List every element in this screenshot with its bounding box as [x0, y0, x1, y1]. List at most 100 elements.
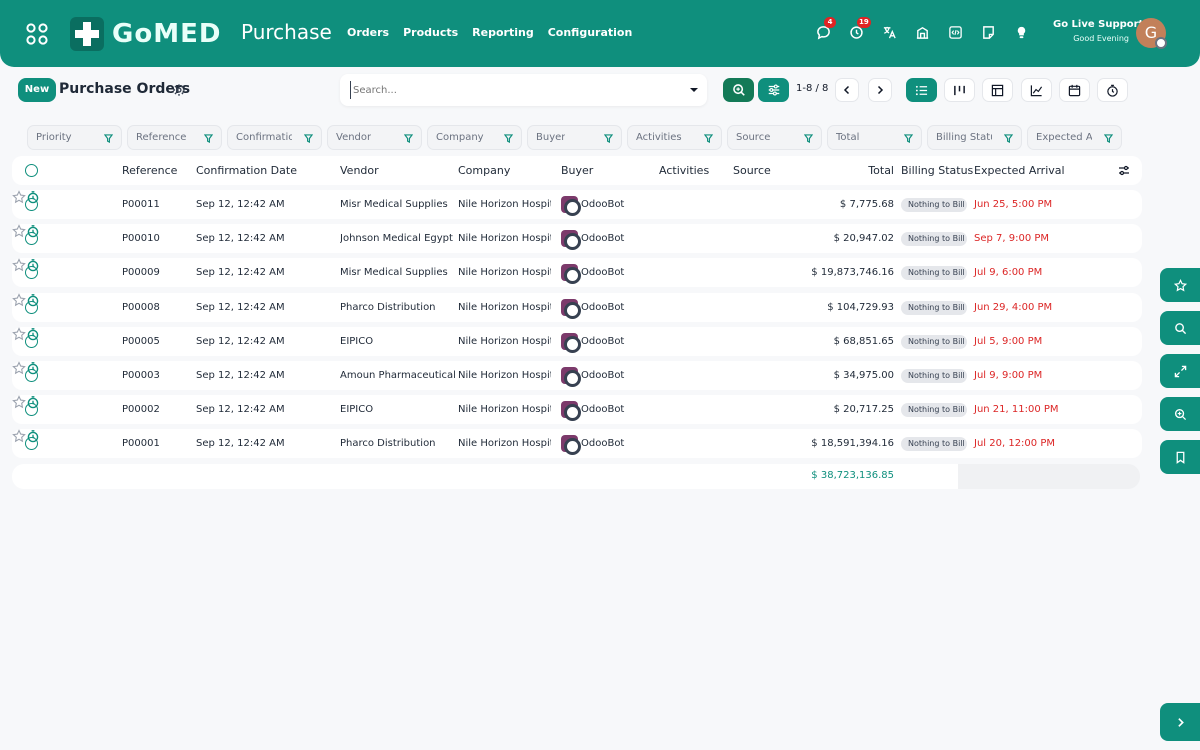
star-icon[interactable]	[12, 190, 26, 204]
filter-label: Billing Statu	[936, 132, 992, 143]
pager-value[interactable]: 1-8 / 8	[796, 83, 828, 94]
debug-button[interactable]	[946, 22, 964, 42]
funnel-icon	[504, 134, 513, 143]
row-checkbox[interactable]	[25, 403, 38, 416]
graph-view-button[interactable]	[1021, 78, 1052, 102]
table-row[interactable]: P00005 Sep 12, 12:42 AM EIPICO Nile Horizon…	[12, 327, 1142, 356]
graph-view-icon	[1030, 84, 1043, 96]
app-title[interactable]: Purchase	[241, 20, 332, 44]
chevron-right-icon	[1177, 717, 1184, 727]
bookmark-side-button[interactable]	[1160, 440, 1200, 474]
table-row[interactable]: P00003 Sep 12, 12:42 AM Amoun Pharmaceutic…	[12, 361, 1142, 390]
table-row[interactable]: P00008 Sep 12, 12:42 AM Pharco Distributio…	[12, 293, 1142, 322]
table-row[interactable]: P00001 Sep 12, 12:42 AM Pharco Distributio…	[12, 429, 1142, 458]
brand-logo[interactable]: GoMED	[70, 16, 221, 52]
cell-reference: P00009	[122, 267, 160, 278]
filter-expected-arrival[interactable]: Expected A	[1027, 125, 1122, 150]
gear-icon[interactable]	[172, 83, 186, 97]
row-checkbox[interactable]	[25, 266, 38, 279]
search-input[interactable]	[350, 81, 670, 99]
company-switcher-button[interactable]	[913, 22, 931, 42]
row-checkbox[interactable]	[25, 369, 38, 382]
pager-next-button[interactable]	[868, 78, 892, 102]
activity-view-icon	[1107, 84, 1118, 97]
column-settings-icon[interactable]	[1118, 165, 1130, 176]
col-source[interactable]: Source	[733, 164, 771, 177]
filter-vendor[interactable]: Vendor	[327, 125, 422, 150]
activities-button[interactable]: 19	[847, 17, 871, 42]
col-billing-status[interactable]: Billing Status	[901, 164, 973, 177]
filter-source[interactable]: Source	[727, 125, 822, 150]
top-navbar: GoMED Purchase Orders Products Reporting…	[0, 0, 1200, 67]
filter-billing-status[interactable]: Billing Statu	[927, 125, 1022, 150]
list-view-button[interactable]	[906, 78, 937, 102]
new-button[interactable]: New	[18, 78, 56, 102]
cell-company: Nile Horizon Hospital	[458, 336, 551, 347]
favorites-side-button[interactable]	[1160, 268, 1200, 302]
cell-confirmation-date: Sep 12, 12:42 AM	[196, 370, 285, 381]
col-company[interactable]: Company	[458, 164, 510, 177]
next-side-button[interactable]	[1160, 703, 1200, 741]
pivot-view-button[interactable]	[982, 78, 1013, 102]
col-expected-arrival[interactable]: Expected Arrival	[974, 164, 1065, 177]
filter-activities[interactable]: Activities	[627, 125, 722, 150]
menu-reporting[interactable]: Reporting	[472, 26, 534, 39]
notes-button[interactable]	[979, 22, 997, 42]
cell-expected-arrival: Sep 7, 9:00 PM	[974, 233, 1050, 244]
filter-options-button[interactable]	[758, 78, 789, 102]
star-icon[interactable]	[12, 293, 26, 307]
filter-confirmation-date[interactable]: Confirmatio	[227, 125, 322, 150]
cell-total: $ 7,775.68	[839, 199, 894, 210]
filter-buyer[interactable]: Buyer	[527, 125, 622, 150]
row-checkbox[interactable]	[25, 301, 38, 314]
apps-grid-icon[interactable]	[26, 23, 48, 45]
funnel-icon	[604, 134, 613, 143]
cell-vendor: Misr Medical Supplies	[340, 267, 448, 278]
star-icon[interactable]	[12, 429, 26, 443]
col-vendor[interactable]: Vendor	[340, 164, 379, 177]
star-icon[interactable]	[12, 258, 26, 272]
row-checkbox[interactable]	[25, 437, 38, 450]
user-menu[interactable]: Go Live Support Good Evening	[1053, 19, 1143, 43]
table-row[interactable]: P00010 Sep 12, 12:42 AM Johnson Medical Eg…	[12, 224, 1142, 253]
row-checkbox[interactable]	[25, 232, 38, 245]
translate-button[interactable]	[880, 22, 898, 42]
menu-configuration[interactable]: Configuration	[548, 26, 633, 39]
search-side-button[interactable]	[1160, 311, 1200, 345]
row-checkbox[interactable]	[25, 335, 38, 348]
calendar-view-button[interactable]	[1059, 78, 1090, 102]
cell-company: Nile Horizon Hospital	[458, 302, 551, 313]
col-total[interactable]: Total	[868, 164, 894, 177]
tips-button[interactable]	[1012, 22, 1030, 42]
filter-reference[interactable]: Reference	[127, 125, 222, 150]
filter-priority[interactable]: Priority	[27, 125, 122, 150]
row-checkbox[interactable]	[25, 198, 38, 211]
filter-total[interactable]: Total	[827, 125, 922, 150]
table-row[interactable]: P00011 Sep 12, 12:42 AM Misr Medical Suppl…	[12, 190, 1142, 219]
menu-products[interactable]: Products	[403, 26, 458, 39]
pager-previous-button[interactable]	[835, 78, 859, 102]
kanban-view-button[interactable]	[944, 78, 975, 102]
cell-expected-arrival: Jun 29, 4:00 PM	[974, 302, 1053, 313]
select-all-checkbox[interactable]	[25, 164, 38, 177]
table-row[interactable]: P00009 Sep 12, 12:42 AM Misr Medical Suppl…	[12, 258, 1142, 287]
filter-company[interactable]: Company	[427, 125, 522, 150]
star-icon[interactable]	[12, 395, 26, 409]
star-icon[interactable]	[12, 327, 26, 341]
quick-search-button[interactable]	[723, 78, 754, 102]
table-row[interactable]: P00002 Sep 12, 12:42 AM EIPICO Nile Horizon…	[12, 395, 1142, 424]
col-activities[interactable]: Activities	[659, 164, 709, 177]
messages-button[interactable]: 4	[814, 17, 836, 42]
activity-view-button[interactable]	[1097, 78, 1128, 102]
menu-orders[interactable]: Orders	[347, 26, 389, 39]
col-confirmation-date[interactable]: Confirmation Date	[196, 164, 297, 177]
expand-side-button[interactable]	[1160, 354, 1200, 388]
caret-down-icon[interactable]	[690, 86, 698, 94]
filter-label: Company	[436, 132, 484, 143]
col-reference[interactable]: Reference	[122, 164, 177, 177]
zoom-side-button[interactable]	[1160, 397, 1200, 431]
col-buyer[interactable]: Buyer	[561, 164, 593, 177]
cell-buyer: OdooBot	[581, 336, 625, 347]
star-icon[interactable]	[12, 224, 26, 238]
star-icon[interactable]	[12, 361, 26, 375]
